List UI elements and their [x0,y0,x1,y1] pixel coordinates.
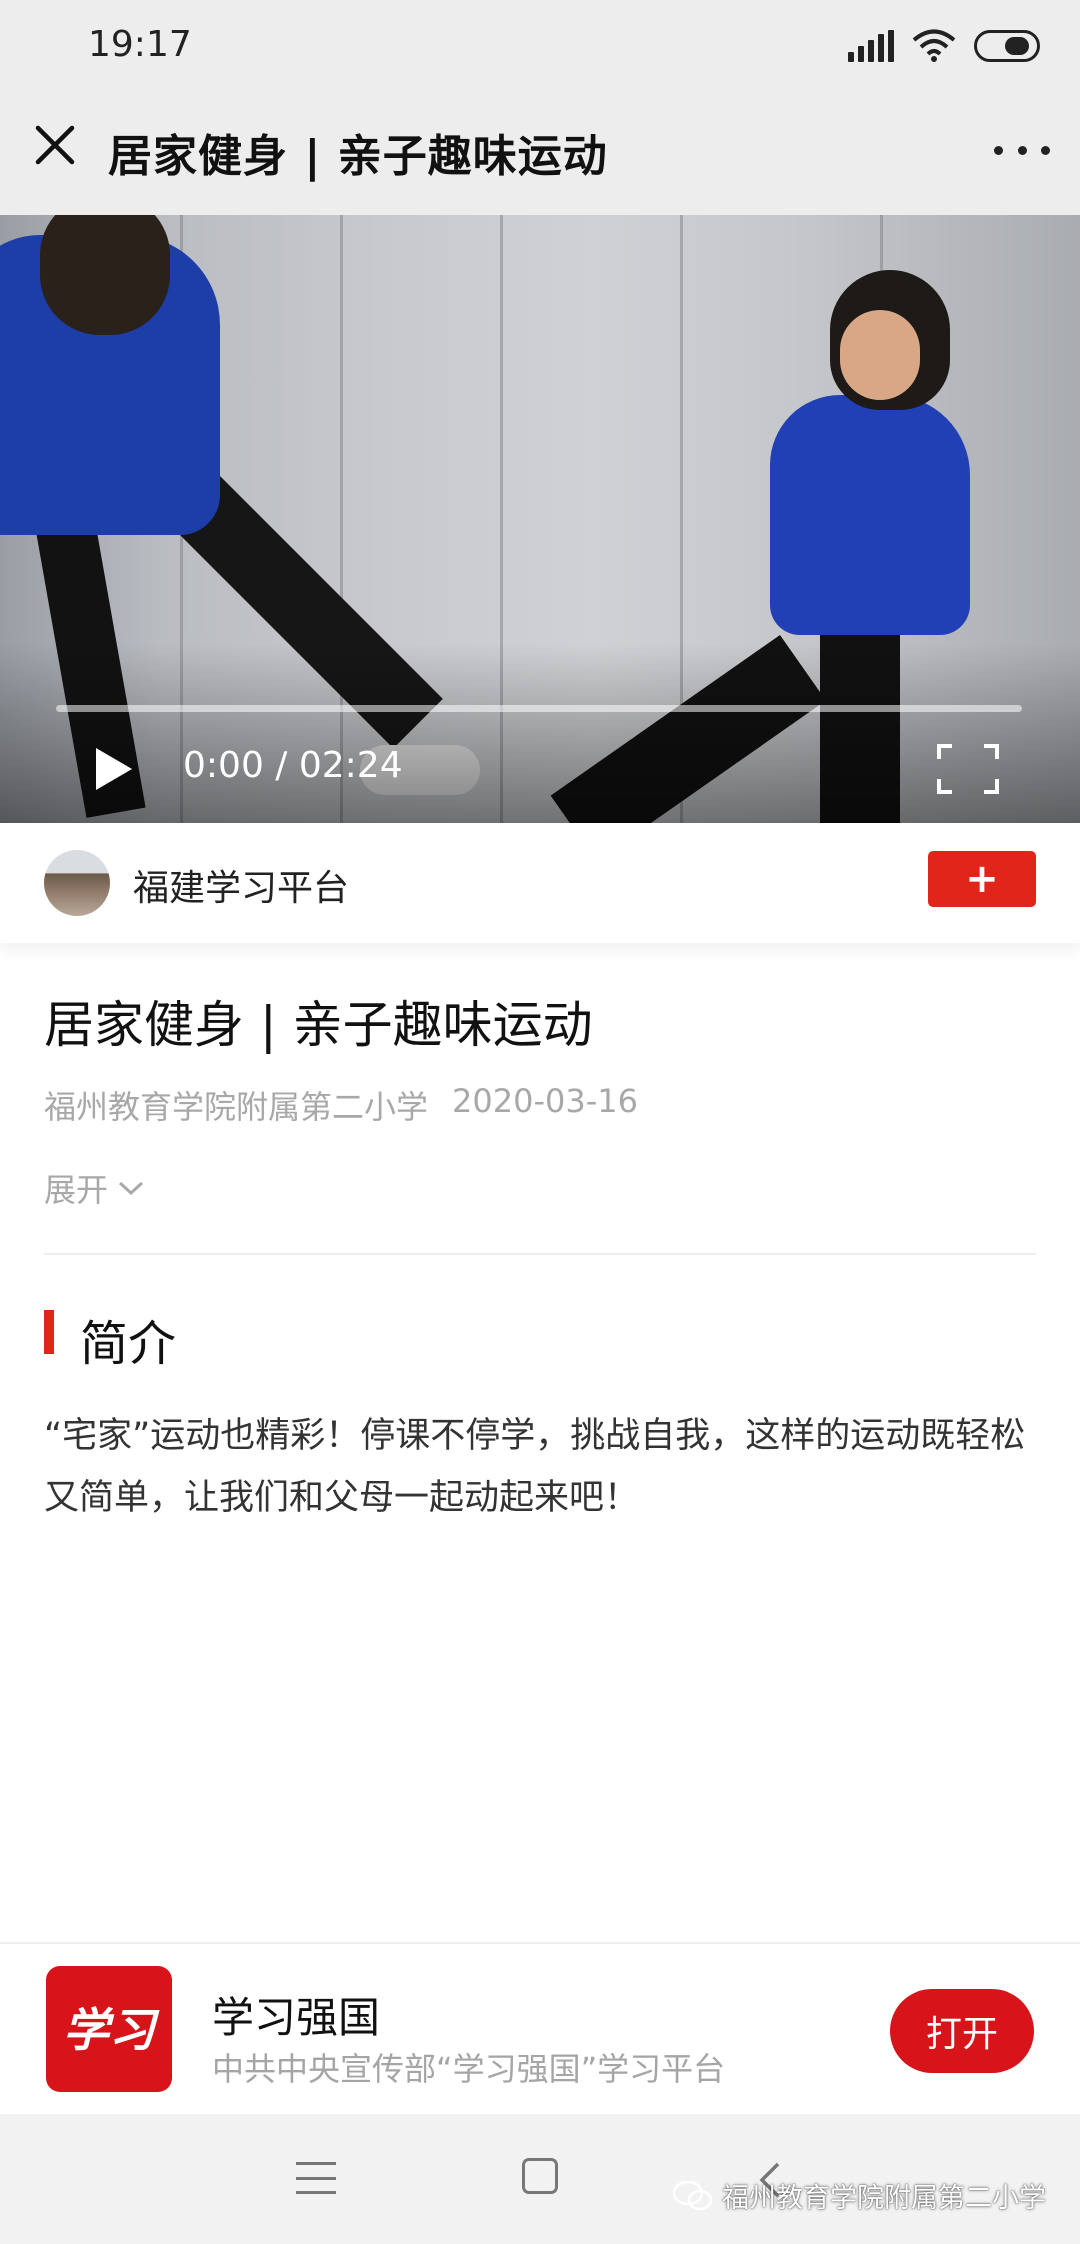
article-source: 福州教育学院附属第二小学 [44,1088,429,1126]
fullscreen-icon[interactable] [936,743,1000,795]
expand-label: 展开 [44,1171,109,1209]
battery-icon [974,30,1040,62]
nav-home-icon[interactable] [522,2158,558,2194]
app-logo-text: 学习 [63,2003,160,2057]
intro-text: “宅家”运动也精彩！停课不停学，挑战自我，这样的运动既轻松又简单，让我们和父母一… [44,1416,1026,1518]
nav-menu-icon[interactable] [296,2162,336,2194]
app-description: 中共中央宣传部“学习强国”学习平台 [212,2050,726,2088]
article-date: 2020-03-16 [452,1082,638,1120]
video-progress-bar[interactable] [56,705,1022,712]
system-nav-bar: 福州教育学院附属第二小学 [0,2114,1080,2244]
watermark-text: 福州教育学院附属第二小学 [722,2183,1046,2214]
divider [44,1253,1036,1255]
section-title: 简介 [80,1316,177,1372]
article-meta: 福州教育学院附属第二小学 2020-03-16 [44,1082,638,1128]
status-icons [848,28,1040,64]
more-icon[interactable] [994,130,1050,170]
channel-name[interactable]: 福建学习平台 [133,859,349,911]
expand-button[interactable]: 展开 [44,1165,144,1211]
app-logo-glyph: 学习 [63,2003,160,2057]
page-title: 居家健身 | 亲子趣味运动 [108,131,608,182]
section-accent-bar [44,1310,54,1354]
play-icon[interactable] [92,745,136,793]
video-player[interactable]: 0:00 / 02:24 [0,215,1080,823]
avatar[interactable] [44,850,110,916]
wechat-icon [672,2180,713,2210]
close-icon[interactable] [30,120,80,170]
video-time: 0:00 / 02:24 [183,745,403,786]
channel-row: 福建学习平台 + [0,823,1080,943]
app-name: 学习强国 [212,1993,381,2042]
chevron-down-icon [119,1181,144,1196]
status-time: 19:17 [88,24,192,65]
follow-button[interactable]: + [928,851,1036,907]
app-download-banner: 学习 学习强国 中共中央宣传部“学习强国”学习平台 打开 [0,1942,1080,2114]
signal-icon [848,30,894,62]
open-app-button[interactable]: 打开 [890,1989,1034,2073]
article-title: 居家健身 | 亲子趣味运动 [44,996,593,1054]
app-logo: 学习 [46,1966,172,2092]
watermark: 福州教育学院附属第二小学 [672,2176,1046,2215]
top-bar: 19:17 居家健身 | 亲子趣味运动 [0,0,1080,215]
wifi-icon [912,29,956,62]
